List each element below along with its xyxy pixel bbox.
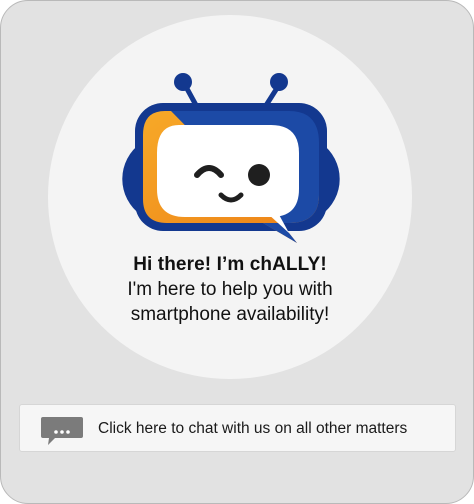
chat-with-us-button[interactable]: Click here to chat with us on all other …	[19, 404, 456, 452]
chat-button-label: Click here to chat with us on all other …	[98, 420, 408, 437]
chat-bubble-icon	[41, 417, 83, 445]
greeting-subtitle-line1: I'm here to help you with	[127, 279, 333, 300]
greeting-title: Hi there! I’m chALLY!	[133, 254, 327, 275]
chatbot-mascot-icon	[122, 73, 340, 243]
greeting-text: Hi there! I’m chALLY! I'm here to help y…	[48, 253, 412, 327]
chatbot-welcome-card: Hi there! I’m chALLY! I'm here to help y…	[0, 0, 474, 504]
greeting-subtitle-line2: smartphone availability!	[130, 304, 330, 325]
